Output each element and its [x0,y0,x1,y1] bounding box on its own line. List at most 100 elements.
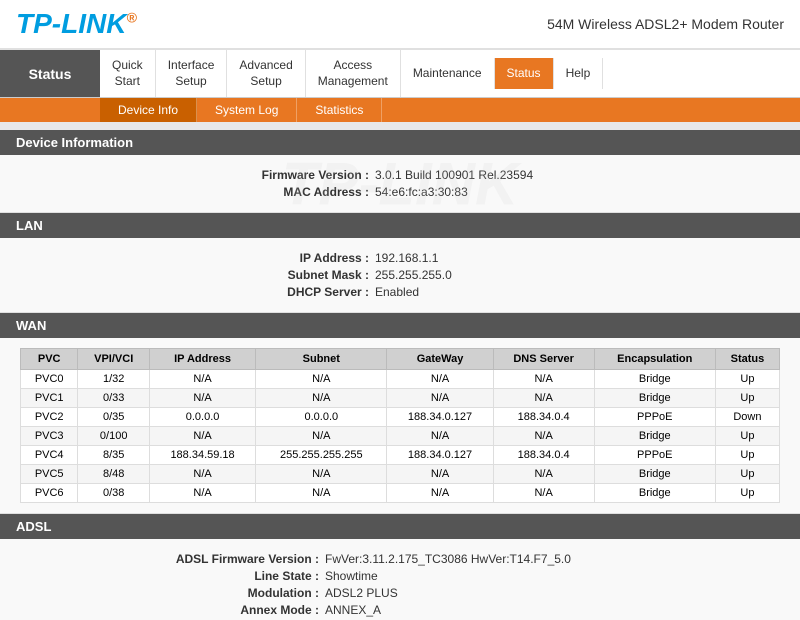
nav-item-access-management[interactable]: Access Management [306,50,401,97]
status-label: Status [0,50,100,97]
wan-cell-r2-c4: 188.34.0.127 [387,408,493,427]
logo-reg: ® [126,10,136,26]
wan-cell-r2-c5: 188.34.0.4 [493,408,594,427]
wan-col-ip address: IP Address [150,349,256,370]
wan-header: WAN [0,313,800,338]
wan-cell-r1-c4: N/A [387,389,493,408]
wan-cell-r6-c1: 0/38 [78,484,150,503]
wan-cell-r5-c5: N/A [493,465,594,484]
firmware-label: Firmware Version : [175,168,375,182]
wan-cell-r0-c7: Up [715,370,779,389]
wan-cell-r6-c7: Up [715,484,779,503]
wan-col-dns server: DNS Server [493,349,594,370]
wan-cell-r4-c2: 188.34.59.18 [150,446,256,465]
lan-header: LAN [0,213,800,238]
wan-cell-r2-c3: 0.0.0.0 [256,408,387,427]
nav-items: Quick StartInterface SetupAdvanced Setup… [100,50,800,97]
wan-cell-r0-c1: 1/32 [78,370,150,389]
wan-content: PVCVPI/VCIIP AddressSubnetGateWayDNS Ser… [0,338,800,514]
wan-col-status: Status [715,349,779,370]
firmware-row: Firmware Version : 3.0.1 Build 100901 Re… [30,168,770,182]
wan-cell-r1-c1: 0/33 [78,389,150,408]
subnav-item-statistics[interactable]: Statistics [297,98,382,122]
wan-cell-r3-c7: Up [715,427,779,446]
wan-table-row: PVC01/32N/AN/AN/AN/ABridgeUp [21,370,780,389]
wan-cell-r3-c0: PVC3 [21,427,78,446]
nav-item-status[interactable]: Status [495,58,554,90]
lan-subnet-label: Subnet Mask : [175,268,375,282]
wan-col-pvc: PVC [21,349,78,370]
wan-cell-r3-c3: N/A [256,427,387,446]
wan-cell-r5-c7: Up [715,465,779,484]
device-info-header: Device Information [0,130,800,155]
adsl-header: ADSL [0,514,800,539]
wan-cell-r0-c2: N/A [150,370,256,389]
wan-col-gateway: GateWay [387,349,493,370]
adsl-firmware-row: ADSL Firmware Version : FwVer:3.11.2.175… [30,552,770,566]
logo-tp: TP-LINK [16,8,126,39]
lan-content: IP Address : 192.168.1.1 Subnet Mask : 2… [0,238,800,313]
adsl-linestate-value: Showtime [325,569,675,583]
mac-value: 54:e6:fc:a3:30:83 [375,185,625,199]
subnav-item-device-info[interactable]: Device Info [100,98,197,122]
adsl-linestate-row: Line State : Showtime [30,569,770,583]
wan-table-row: PVC10/33N/AN/AN/AN/ABridgeUp [21,389,780,408]
wan-cell-r4-c4: 188.34.0.127 [387,446,493,465]
nav-item-quick-start[interactable]: Quick Start [100,50,156,97]
wan-cell-r3-c6: Bridge [594,427,715,446]
nav-item-help[interactable]: Help [554,58,604,90]
wan-cell-r3-c1: 0/100 [78,427,150,446]
wan-cell-r6-c2: N/A [150,484,256,503]
wan-cell-r1-c5: N/A [493,389,594,408]
navbar: Status Quick StartInterface SetupAdvance… [0,50,800,98]
wan-cell-r1-c6: Bridge [594,389,715,408]
wan-cell-r3-c5: N/A [493,427,594,446]
wan-cell-r1-c7: Up [715,389,779,408]
wan-table-row: PVC58/48N/AN/AN/AN/ABridgeUp [21,465,780,484]
nav-item-maintenance[interactable]: Maintenance [401,58,495,90]
lan-ip-label: IP Address : [175,251,375,265]
wan-cell-r3-c2: N/A [150,427,256,446]
adsl-annex-row: Annex Mode : ANNEX_A [30,603,770,617]
adsl-annex-label: Annex Mode : [125,603,325,617]
wan-table: PVCVPI/VCIIP AddressSubnetGateWayDNS Ser… [20,348,780,503]
subnav-item-system-log[interactable]: System Log [197,98,297,122]
wan-cell-r0-c6: Bridge [594,370,715,389]
wan-table-row: PVC60/38N/AN/AN/AN/ABridgeUp [21,484,780,503]
wan-cell-r0-c3: N/A [256,370,387,389]
wan-cell-r4-c1: 8/35 [78,446,150,465]
wan-cell-r2-c1: 0/35 [78,408,150,427]
lan-ip-value: 192.168.1.1 [375,251,625,265]
wan-cell-r5-c4: N/A [387,465,493,484]
header: TP-LINK® 54M Wireless ADSL2+ Modem Route… [0,0,800,50]
wan-cell-r0-c0: PVC0 [21,370,78,389]
adsl-content: ADSL Firmware Version : FwVer:3.11.2.175… [0,539,800,620]
wan-cell-r6-c5: N/A [493,484,594,503]
lan-dhcp-row: DHCP Server : Enabled [30,285,770,299]
wan-cell-r2-c0: PVC2 [21,408,78,427]
lan-subnet-value: 255.255.255.0 [375,268,625,282]
wan-cell-r6-c3: N/A [256,484,387,503]
wan-cell-r4-c3: 255.255.255.255 [256,446,387,465]
wan-cell-r5-c0: PVC5 [21,465,78,484]
wan-cell-r6-c0: PVC6 [21,484,78,503]
nav-item-advanced-setup[interactable]: Advanced Setup [227,50,305,97]
wan-cell-r6-c4: N/A [387,484,493,503]
mac-row: MAC Address : 54:e6:fc:a3:30:83 [30,185,770,199]
adsl-firmware-value: FwVer:3.11.2.175_TC3086 HwVer:T14.F7_5.0 [325,552,675,566]
mac-label: MAC Address : [175,185,375,199]
nav-item-interface-setup[interactable]: Interface Setup [156,50,228,97]
wan-cell-r2-c7: Down [715,408,779,427]
adsl-modulation-label: Modulation : [125,586,325,600]
wan-col-vpi-vci: VPI/VCI [78,349,150,370]
wan-col-encapsulation: Encapsulation [594,349,715,370]
wan-table-row: PVC30/100N/AN/AN/AN/ABridgeUp [21,427,780,446]
wan-cell-r2-c6: PPPoE [594,408,715,427]
wan-cell-r5-c6: Bridge [594,465,715,484]
wan-cell-r4-c7: Up [715,446,779,465]
lan-ip-row: IP Address : 192.168.1.1 [30,251,770,265]
logo: TP-LINK® [16,8,137,40]
wan-cell-r4-c6: PPPoE [594,446,715,465]
wan-cell-r0-c5: N/A [493,370,594,389]
divider-bar [0,122,800,130]
